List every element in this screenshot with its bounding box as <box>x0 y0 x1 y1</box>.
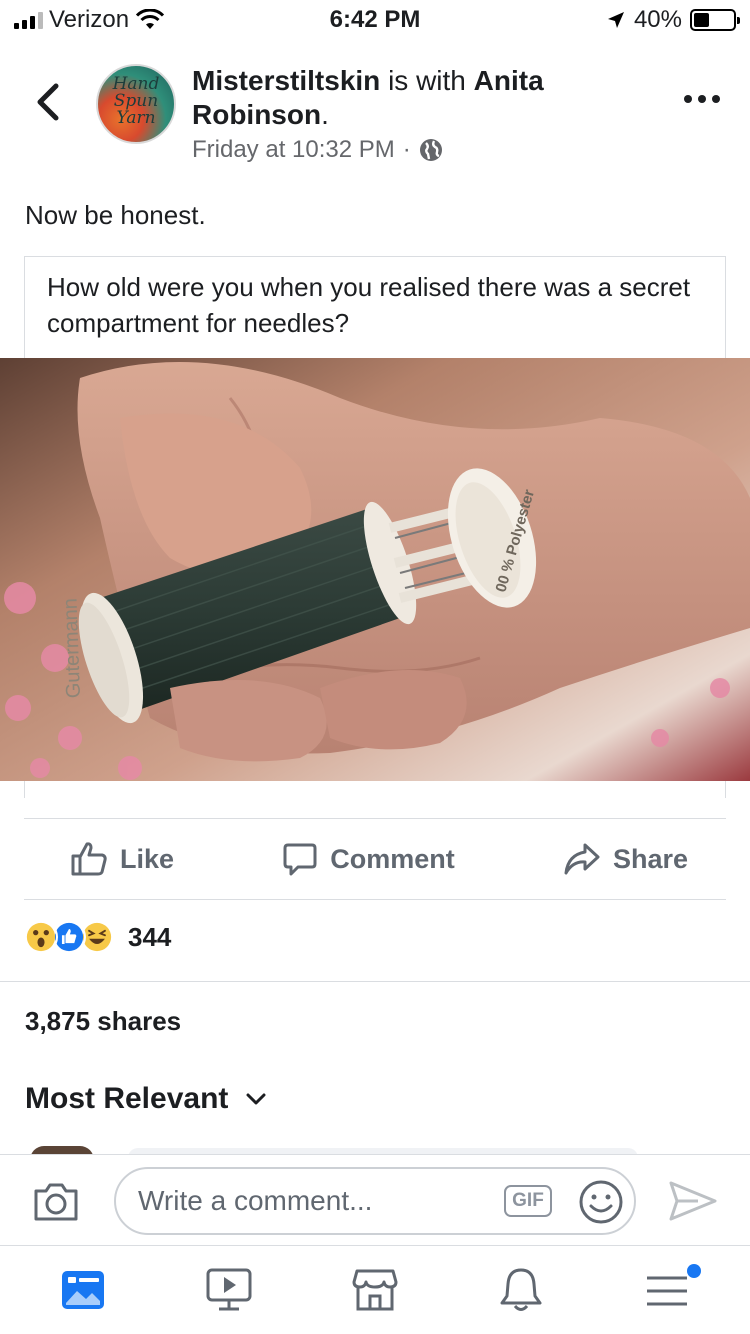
page-avatar[interactable]: Hand Spun Yarn <box>96 64 176 144</box>
status-right: 40% <box>606 6 740 34</box>
camera-icon[interactable] <box>32 1181 80 1223</box>
comment-composer: Write a comment... GIF <box>0 1154 750 1246</box>
avatar-logo-text: Hand Spun Yarn <box>112 74 160 128</box>
menu-badge-dot <box>687 1264 701 1278</box>
meta-separator: · <box>402 136 411 163</box>
chevron-down-icon <box>246 1093 266 1105</box>
post-meta: Friday at 10:32 PM · <box>192 136 443 164</box>
battery-percent: 40% <box>633 6 682 33</box>
battery-fill <box>694 13 710 27</box>
status-bar: Verizon 6:42 PM 40% <box>0 0 750 40</box>
gif-button[interactable]: GIF <box>504 1185 552 1217</box>
news-feed-icon <box>62 1271 104 1309</box>
watch-icon <box>206 1268 252 1311</box>
shared-caption: How old were you when you realised there… <box>47 272 691 338</box>
with-text: is with <box>388 65 466 96</box>
comment-bubble-icon <box>283 843 317 876</box>
post-header: Hand Spun Yarn Misterstiltskin is with A… <box>0 58 750 178</box>
share-count[interactable]: 3,875 shares <box>25 1006 181 1037</box>
tab-notifications[interactable] <box>481 1260 561 1320</box>
back-chevron-icon[interactable] <box>30 80 70 124</box>
like-label: Like <box>120 843 175 874</box>
comment-input[interactable]: Write a comment... GIF <box>114 1167 636 1235</box>
divider <box>0 981 750 982</box>
more-options-icon[interactable] <box>684 92 720 106</box>
post-text: Now be honest. <box>25 200 206 230</box>
bottom-tab-bar <box>0 1246 750 1334</box>
spool-brand-text: Gutermann <box>60 598 85 699</box>
post-photo[interactable]: Gutermann 00 % Polyester <box>0 358 750 781</box>
author-name[interactable]: Misterstiltskin <box>192 65 380 96</box>
post-actions: Like Comment Share <box>24 818 726 900</box>
notifications-icon <box>500 1268 542 1311</box>
comment-button[interactable]: Comment <box>282 841 455 877</box>
comment-sort-dropdown[interactable]: Most Relevant <box>25 1082 266 1116</box>
send-icon[interactable] <box>668 1179 718 1223</box>
comment-label: Comment <box>330 843 455 874</box>
globe-icon <box>419 139 442 161</box>
sticker-smile-icon[interactable] <box>578 1179 624 1225</box>
menu-icon <box>647 1276 687 1306</box>
wow-icon <box>24 920 58 954</box>
post-author-line: Misterstiltskin is with Anita Robinson. <box>192 64 612 132</box>
thread-spool-photo: Gutermann 00 % Polyester <box>0 358 750 781</box>
comment-placeholder: Write a comment... <box>138 1185 373 1216</box>
post-timestamp[interactable]: Friday at 10:32 PM <box>192 136 395 164</box>
thumbs-up-icon <box>71 842 107 876</box>
marketplace-icon <box>352 1269 398 1311</box>
tab-marketplace[interactable] <box>335 1260 415 1320</box>
share-arrow-icon <box>564 843 600 875</box>
location-icon <box>607 12 624 28</box>
reactions-summary[interactable]: 344 <box>24 920 171 954</box>
reaction-count: 344 <box>128 921 172 952</box>
tab-watch[interactable] <box>189 1260 269 1320</box>
like-button[interactable]: Like <box>70 841 174 877</box>
share-label: Share <box>612 843 688 874</box>
tab-news-feed[interactable] <box>43 1260 123 1320</box>
battery-icon <box>690 9 740 31</box>
share-button[interactable]: Share <box>563 842 688 876</box>
tagged-suffix: . <box>321 99 329 130</box>
sort-label: Most Relevant <box>25 1082 229 1115</box>
tab-menu[interactable] <box>627 1260 707 1320</box>
